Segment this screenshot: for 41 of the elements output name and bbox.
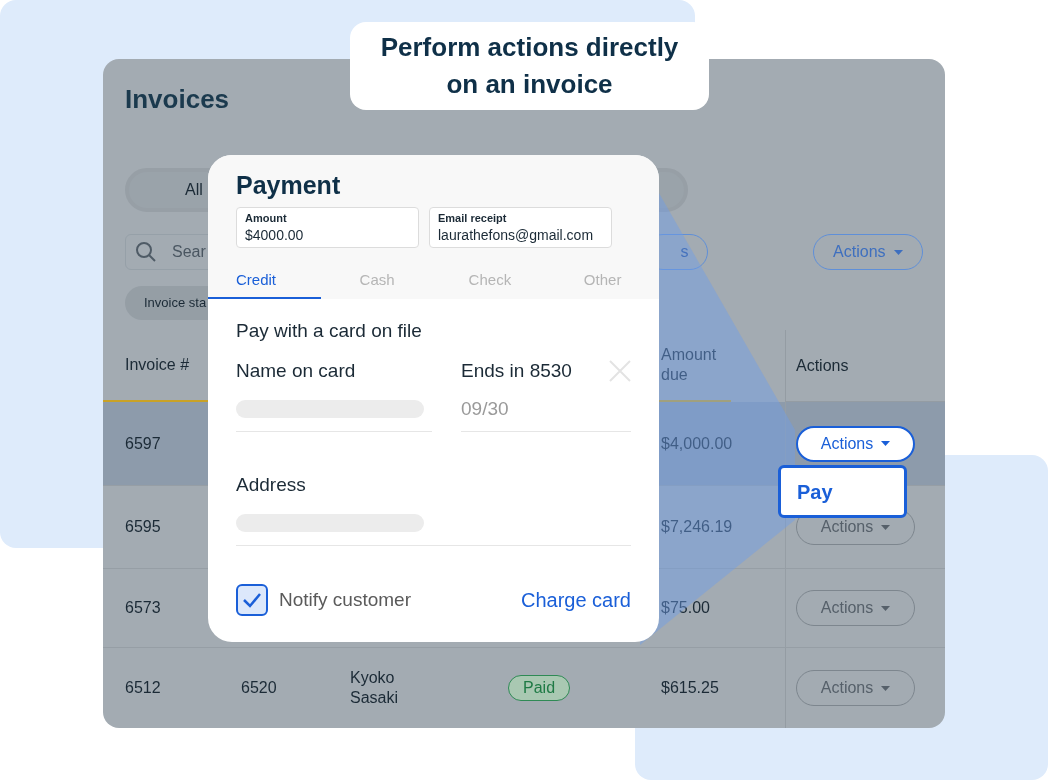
input-field[interactable]: Amount $4000.00 xyxy=(236,207,419,248)
table-cell: $4,000.00 xyxy=(661,433,733,454)
input-field[interactable]: Email receipt laurathefons@gmail.com xyxy=(429,207,612,248)
field-label: Name on card xyxy=(236,359,356,383)
check-icon xyxy=(242,592,262,608)
search-icon xyxy=(135,241,157,263)
caret-icon xyxy=(881,605,891,611)
checkbox[interactable] xyxy=(236,584,268,616)
field-label: Address xyxy=(236,473,306,497)
actions-button[interactable]: Actions xyxy=(796,425,915,462)
payment-tab[interactable]: Credit xyxy=(208,264,321,299)
table-cell: 6512 xyxy=(125,678,161,698)
caret-icon xyxy=(881,685,891,691)
column-header: Invoice # xyxy=(125,355,190,375)
table-cell: $75.00 xyxy=(661,598,710,618)
close-icon[interactable] xyxy=(609,360,631,382)
page-title: Invoices xyxy=(125,83,230,115)
table-cell: $7,246.19 xyxy=(661,517,733,537)
caret-icon xyxy=(881,524,891,530)
menu-item[interactable]: Pay xyxy=(797,477,833,506)
dialog-title: Payment xyxy=(236,170,341,201)
filter-pill[interactable]: All xyxy=(185,178,203,202)
field-label: Ends in 8530 xyxy=(461,359,572,383)
input-field[interactable]: 09/30 xyxy=(461,397,631,432)
column-header: Actions xyxy=(796,355,849,376)
callout-text: Perform actions directly on an invoice xyxy=(379,31,680,101)
checkbox-label: Notify customer xyxy=(279,587,411,612)
table-cell: 6520 xyxy=(241,678,277,698)
section-title: Pay with a card on file xyxy=(236,319,422,343)
charge-card-link[interactable]: Charge card xyxy=(520,585,631,615)
status-badge: Paid xyxy=(508,675,571,701)
table-cell-text: Kyoko Sasaki xyxy=(350,668,400,708)
input-field[interactable] xyxy=(236,511,631,546)
table-cell: 6573 xyxy=(125,598,161,618)
caret-icon xyxy=(893,249,903,255)
input-field[interactable] xyxy=(236,397,432,432)
table-cell: 6595 xyxy=(125,517,161,537)
column-header: Amount due xyxy=(661,345,718,385)
caret-icon xyxy=(881,441,891,446)
table-cell: 6597 xyxy=(125,433,161,454)
table-cell: $615.25 xyxy=(661,678,719,698)
